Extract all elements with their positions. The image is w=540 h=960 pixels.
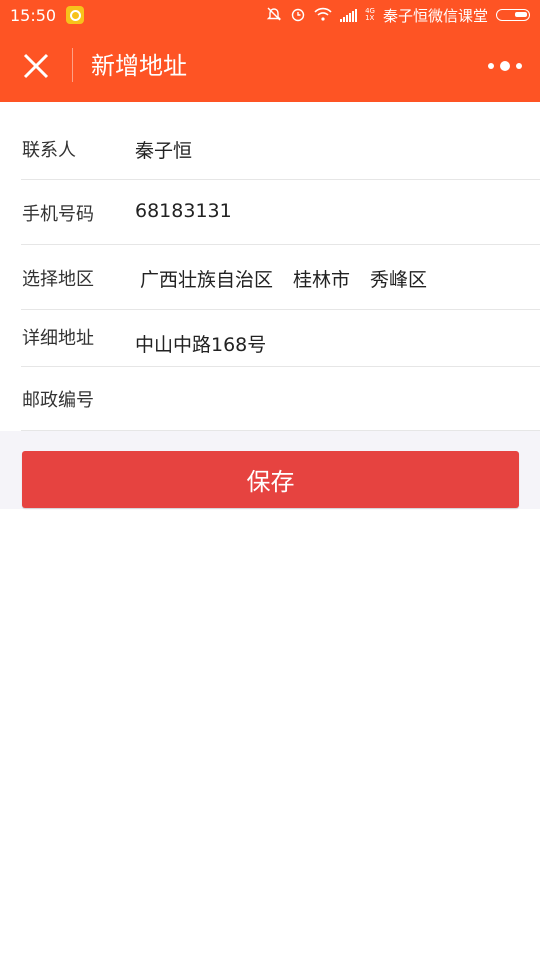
signal-icon: [340, 8, 358, 22]
address-label: 详细地址: [22, 328, 94, 349]
battery-icon: [496, 9, 530, 21]
status-bar: 15:50 4G 1X 秦子恒微信课堂: [0, 0, 540, 30]
more-dots-icon: [488, 63, 494, 69]
close-icon: [23, 53, 49, 79]
region-city: 桂林市: [293, 269, 351, 291]
save-button[interactable]: 保存: [22, 451, 519, 508]
status-left: 15:50: [10, 5, 85, 25]
postcode-row[interactable]: 邮政编号: [21, 367, 540, 431]
phone-label: 手机号码: [22, 204, 94, 225]
phone-input[interactable]: 68183131: [135, 200, 232, 222]
contact-row[interactable]: 联系人 秦子恒: [21, 102, 540, 180]
more-button[interactable]: [488, 56, 522, 76]
contact-input[interactable]: 秦子恒: [135, 136, 192, 163]
status-time: 15:50: [10, 5, 57, 25]
phone-row[interactable]: 手机号码 68183131: [21, 180, 540, 245]
more-dots-icon: [500, 61, 510, 71]
address-row[interactable]: 详细地址 中山中路168号: [21, 310, 540, 367]
mute-bell-icon: [266, 6, 282, 25]
address-form: 联系人 秦子恒 手机号码 68183131 选择地区 广西壮族自治区 桂林市 秀…: [0, 102, 540, 431]
postcode-label: 邮政编号: [22, 390, 94, 411]
alarm-icon: [290, 6, 306, 25]
network-type: 4G 1X: [365, 8, 375, 22]
save-area: 保存: [0, 431, 540, 509]
network-bottom: 1X: [365, 14, 375, 22]
status-right: 4G 1X 秦子恒微信课堂: [266, 5, 530, 26]
carrier-label: 秦子恒微信课堂: [382, 6, 488, 25]
region-row[interactable]: 选择地区 广西壮族自治区 桂林市 秀峰区: [21, 245, 540, 310]
region-label: 选择地区: [22, 269, 94, 290]
contact-label: 联系人: [22, 140, 76, 161]
region-province: 广西壮族自治区: [140, 269, 274, 291]
address-input[interactable]: 中山中路168号: [135, 330, 266, 357]
region-district: 秀峰区: [370, 269, 428, 291]
page-title: 新增地址: [91, 52, 187, 80]
app-notification-icon: [66, 6, 85, 24]
close-button[interactable]: [16, 48, 56, 84]
region-picker[interactable]: 广西壮族自治区 桂林市 秀峰区: [140, 265, 427, 292]
nav-bar: 新增地址: [0, 30, 540, 102]
nav-divider: [72, 48, 73, 82]
wifi-icon: [314, 7, 332, 24]
more-dots-icon: [516, 63, 522, 69]
